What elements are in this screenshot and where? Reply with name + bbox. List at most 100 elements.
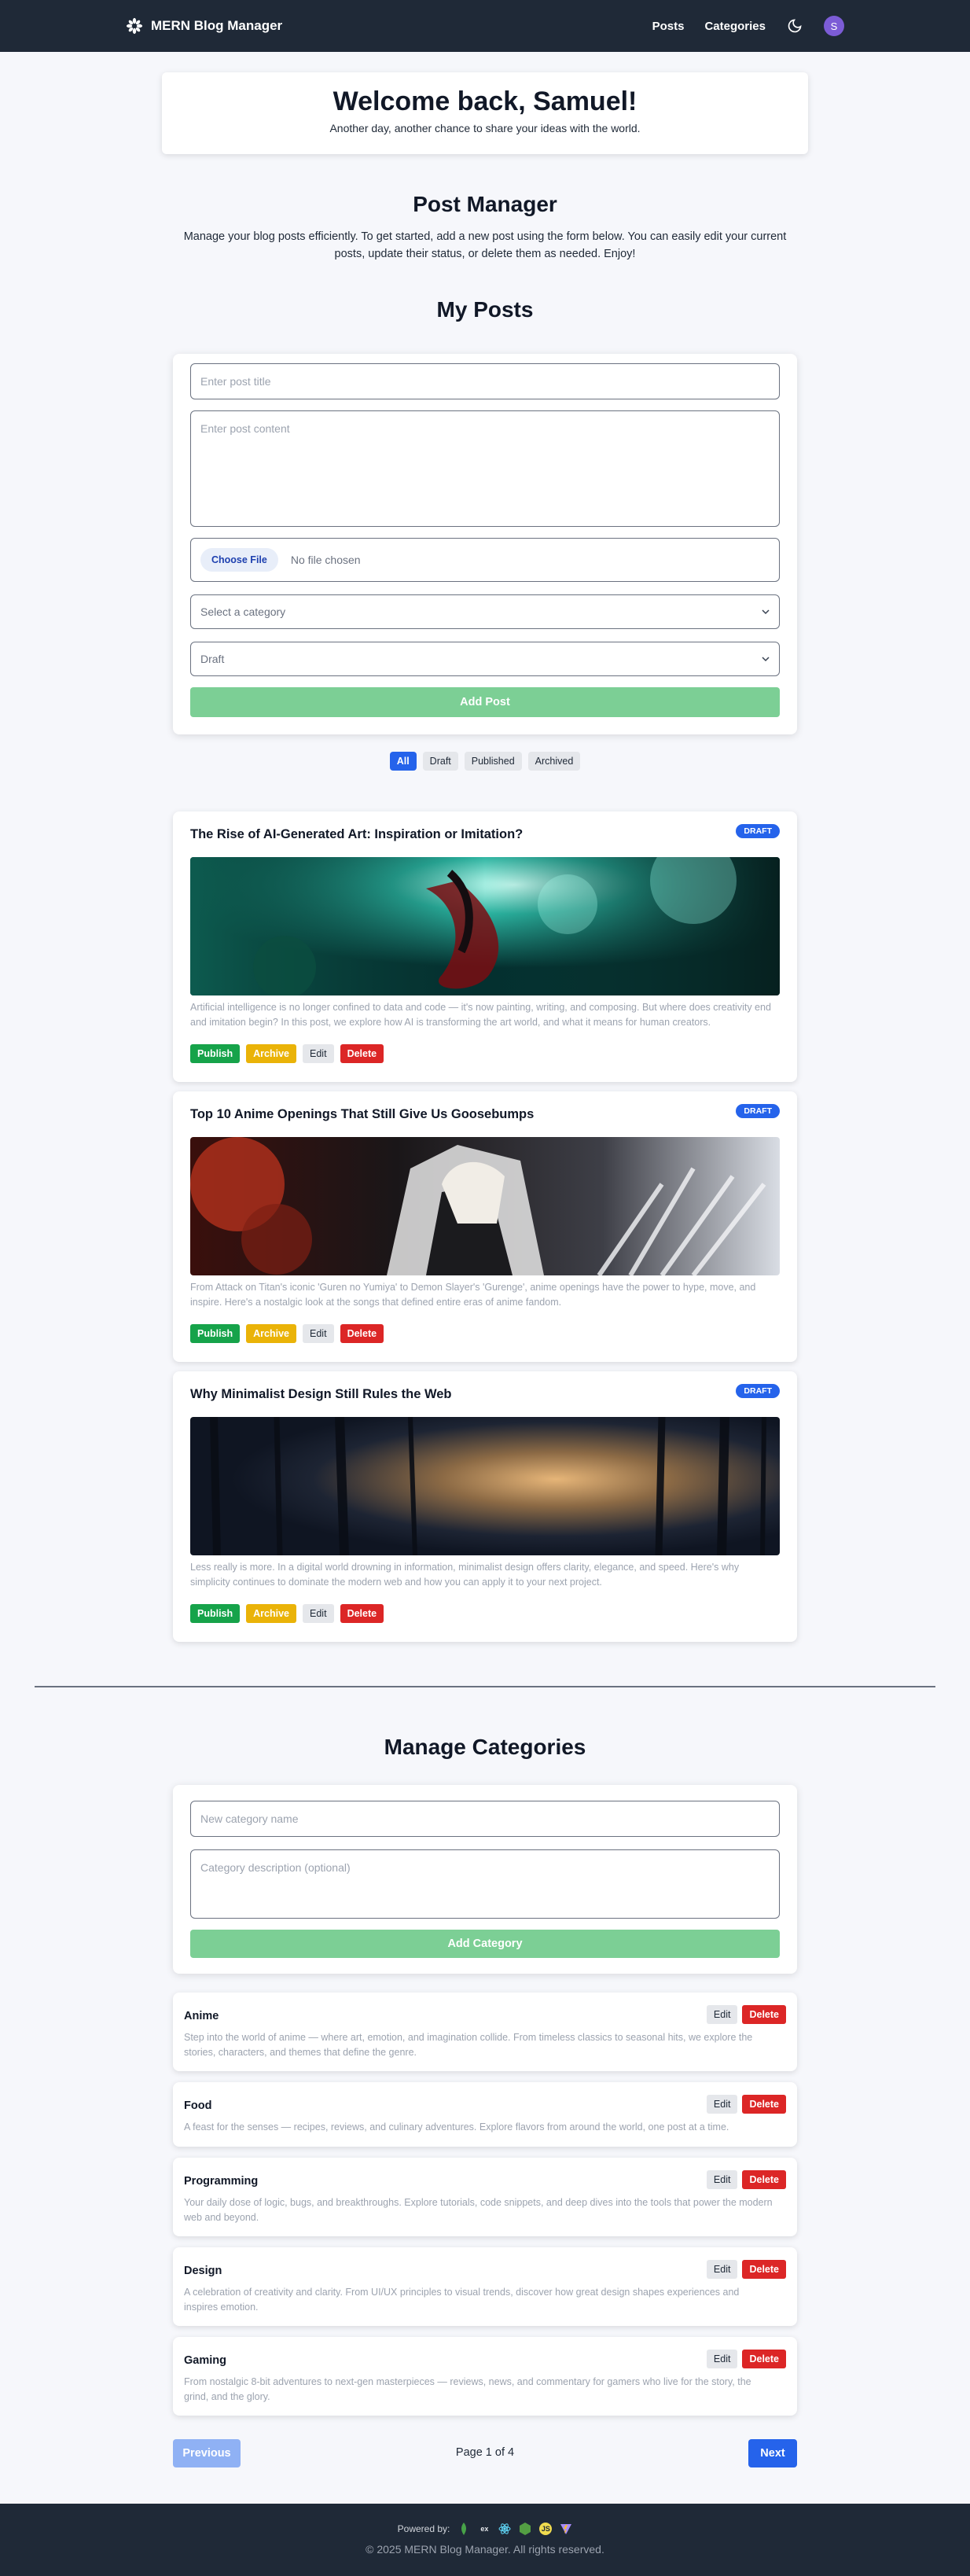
- category-description: A feast for the senses — recipes, review…: [184, 2122, 729, 2133]
- choose-file-button[interactable]: Choose File: [200, 548, 278, 572]
- post-actions: Publish Archive Edit Delete: [190, 1044, 384, 1063]
- edit-button[interactable]: Edit: [706, 2260, 738, 2279]
- moon-icon[interactable]: [786, 17, 803, 35]
- category-actions: Edit Delete: [706, 2260, 786, 2279]
- user-avatar[interactable]: S: [824, 16, 844, 36]
- status-select-value: Draft: [200, 653, 225, 665]
- chevron-down-icon: [762, 609, 770, 615]
- status-badge: DRAFT: [736, 824, 780, 838]
- category-card: Food A feast for the senses — recipes, r…: [173, 2082, 797, 2147]
- edit-button[interactable]: Edit: [303, 1604, 334, 1623]
- nodejs-icon: [519, 2523, 531, 2535]
- mongodb-icon: [457, 2523, 470, 2535]
- post-title: Top 10 Anime Openings That Still Give Us…: [190, 1107, 535, 1121]
- manage-categories-title: Manage Categories: [384, 1735, 586, 1759]
- file-status: No file chosen: [290, 554, 361, 566]
- post-card: Top 10 Anime Openings That Still Give Us…: [173, 1091, 797, 1362]
- post-card: Why Minimalist Design Still Rules the We…: [173, 1371, 797, 1642]
- edit-button[interactable]: Edit: [706, 2095, 738, 2114]
- category-name: Food: [184, 2099, 212, 2112]
- post-title-input[interactable]: Enter post title: [190, 363, 780, 399]
- category-card: Programming Your daily dose of logic, bu…: [173, 2158, 797, 2236]
- delete-button[interactable]: Delete: [340, 1044, 384, 1063]
- archive-button[interactable]: Archive: [246, 1044, 297, 1063]
- delete-button[interactable]: Delete: [340, 1604, 384, 1623]
- category-card: Anime Step into the world of anime — whe…: [173, 1993, 797, 2071]
- welcome-card: Welcome back, Samuel! Another day, anoth…: [162, 72, 808, 154]
- copyright: © 2025 MERN Blog Manager. All rights res…: [366, 2543, 604, 2556]
- post-content-textarea[interactable]: Enter post content: [190, 410, 780, 527]
- nav-categories-link[interactable]: Categories: [704, 20, 766, 33]
- page-indicator: Page 1 of 4: [455, 2446, 515, 2459]
- category-name: Gaming: [184, 2354, 226, 2367]
- post-form: Enter post title Enter post content Choo…: [173, 354, 797, 734]
- edit-button[interactable]: Edit: [303, 1044, 334, 1063]
- publish-button[interactable]: Publish: [190, 1324, 241, 1343]
- category-description: From nostalgic 8-bit adventures to next-…: [184, 2376, 751, 2402]
- delete-button[interactable]: Delete: [742, 2005, 786, 2024]
- category-select[interactable]: Select a category: [190, 594, 780, 629]
- edit-button[interactable]: Edit: [706, 2170, 738, 2189]
- category-actions: Edit Delete: [706, 2170, 786, 2189]
- post-image: [190, 1137, 780, 1275]
- category-select-value: Select a category: [200, 605, 286, 618]
- react-icon: [498, 2523, 511, 2535]
- delete-button[interactable]: Delete: [742, 2095, 786, 2114]
- welcome-title: Welcome back, Samuel!: [333, 86, 637, 116]
- pagination: Previous Page 1 of 4 Next: [173, 2439, 797, 2467]
- brand-name: MERN Blog Manager: [151, 18, 283, 33]
- category-description: A celebration of creativity and clarity.…: [184, 2287, 740, 2313]
- category-card: Gaming From nostalgic 8-bit adventures t…: [173, 2337, 797, 2416]
- powered-by-label: Powered by:: [397, 2523, 450, 2534]
- publish-button[interactable]: Publish: [190, 1044, 241, 1063]
- add-category-button[interactable]: Add Category: [190, 1930, 780, 1958]
- post-image: [190, 857, 780, 995]
- filter-archived[interactable]: Archived: [527, 752, 581, 771]
- post-actions: Publish Archive Edit Delete: [190, 1324, 384, 1343]
- filter-published[interactable]: Published: [464, 752, 522, 771]
- post-excerpt: From Attack on Titan's iconic 'Guren no …: [190, 1282, 756, 1308]
- status-filters: All Draft Published Archived: [0, 752, 970, 771]
- express-icon: ex: [480, 2525, 489, 2533]
- post-excerpt: Artificial intelligence is no longer con…: [190, 1002, 771, 1028]
- delete-button[interactable]: Delete: [742, 2260, 786, 2279]
- post-card: The Rise of AI-Generated Art: Inspiratio…: [173, 811, 797, 1082]
- category-form: New category name Category description (…: [173, 1785, 797, 1974]
- archive-button[interactable]: Archive: [246, 1324, 297, 1343]
- post-manager-title: Post Manager: [413, 192, 557, 216]
- status-select[interactable]: Draft: [190, 642, 780, 676]
- filter-draft[interactable]: Draft: [422, 752, 458, 771]
- welcome-subtitle: Another day, another chance to share you…: [329, 122, 641, 134]
- category-card: Design A celebration of creativity and c…: [173, 2247, 797, 2326]
- brand[interactable]: MERN Blog Manager: [126, 17, 282, 35]
- flower-logo-icon: [126, 17, 143, 35]
- delete-button[interactable]: Delete: [742, 2170, 786, 2189]
- file-input[interactable]: Choose File No file chosen: [190, 538, 780, 582]
- category-name-input[interactable]: New category name: [190, 1801, 780, 1837]
- footer: Powered by: ex JS © 2025 MERN Blog Manag…: [0, 2504, 970, 2576]
- delete-button[interactable]: Delete: [742, 2350, 786, 2368]
- vite-icon: [560, 2523, 572, 2535]
- post-title: Why Minimalist Design Still Rules the We…: [190, 1387, 452, 1401]
- post-excerpt: Less really is more. In a digital world …: [190, 1562, 740, 1588]
- category-description: Your daily dose of logic, bugs, and brea…: [184, 2197, 773, 2223]
- category-name: Programming: [184, 2175, 259, 2188]
- edit-button[interactable]: Edit: [706, 2005, 738, 2024]
- nav-posts-link[interactable]: Posts: [652, 20, 685, 33]
- post-actions: Publish Archive Edit Delete: [190, 1604, 384, 1623]
- category-actions: Edit Delete: [706, 2350, 786, 2368]
- archive-button[interactable]: Archive: [246, 1604, 297, 1623]
- filter-all[interactable]: All: [389, 752, 417, 771]
- edit-button[interactable]: Edit: [706, 2350, 738, 2368]
- add-post-button[interactable]: Add Post: [190, 687, 780, 717]
- section-divider: [35, 1686, 935, 1687]
- status-badge: DRAFT: [736, 1104, 780, 1118]
- delete-button[interactable]: Delete: [340, 1324, 384, 1343]
- post-title: The Rise of AI-Generated Art: Inspiratio…: [190, 827, 524, 841]
- status-badge: DRAFT: [736, 1384, 780, 1398]
- publish-button[interactable]: Publish: [190, 1604, 241, 1623]
- category-description-textarea[interactable]: Category description (optional): [190, 1849, 780, 1919]
- category-actions: Edit Delete: [706, 2095, 786, 2114]
- edit-button[interactable]: Edit: [303, 1324, 334, 1343]
- next-button[interactable]: Next: [748, 2439, 797, 2467]
